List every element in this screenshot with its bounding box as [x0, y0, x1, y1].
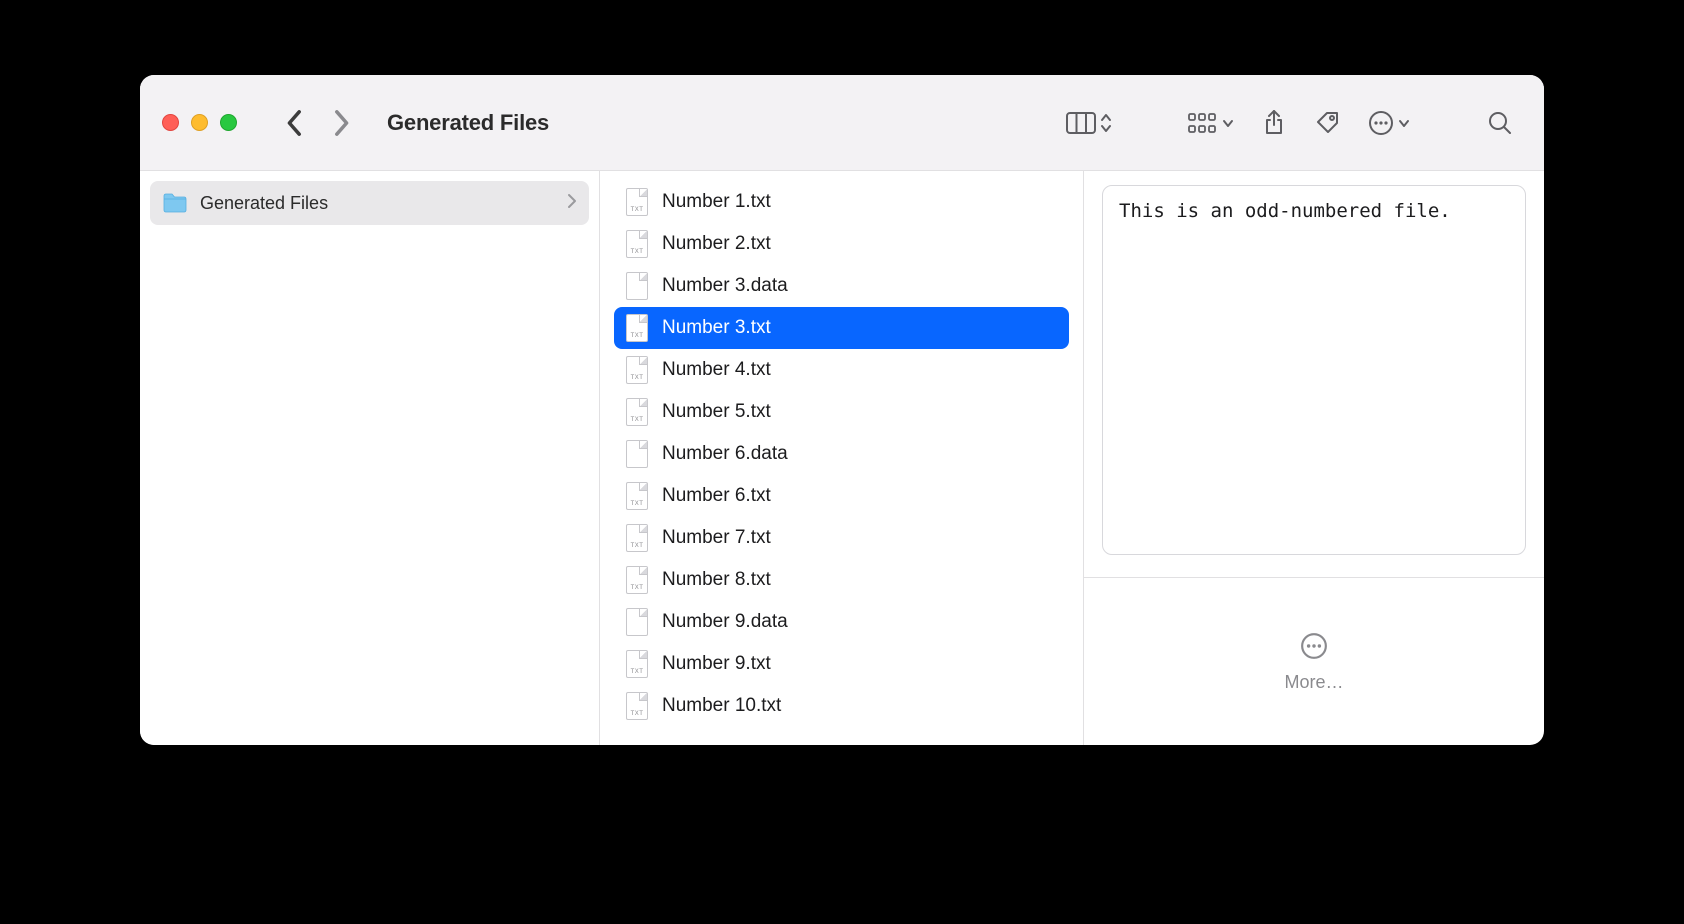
txt-file-icon: TXT: [626, 566, 648, 594]
window-title: Generated Files: [387, 110, 549, 136]
file-name: Number 9.txt: [662, 653, 771, 675]
file-name: Number 9.data: [662, 611, 788, 633]
ellipsis-circle-icon: [1298, 630, 1330, 662]
close-button[interactable]: [162, 114, 179, 131]
file-row[interactable]: Number 6.data: [614, 433, 1069, 475]
chevron-down-icon: [1222, 117, 1234, 129]
file-row[interactable]: TXT Number 6.txt: [614, 475, 1069, 517]
column-2-files: TXT Number 1.txt TXT Number 2.txt Number 3.d…: [600, 171, 1084, 745]
file-name: Number 2.txt: [662, 233, 771, 255]
txt-file-icon: TXT: [626, 188, 648, 216]
file-name: Number 1.txt: [662, 191, 771, 213]
data-file-icon: [626, 440, 648, 468]
folder-icon: [162, 192, 188, 214]
up-down-chevron-icon: [1100, 112, 1112, 134]
toolbar: Generated Files: [140, 75, 1544, 171]
tags-button[interactable]: [1306, 101, 1350, 145]
file-row[interactable]: TXT Number 9.txt: [614, 643, 1069, 685]
file-row[interactable]: TXT Number 3.txt: [614, 307, 1069, 349]
minimize-button[interactable]: [191, 114, 208, 131]
share-icon: [1262, 109, 1286, 137]
file-row[interactable]: TXT Number 8.txt: [614, 559, 1069, 601]
search-icon: [1487, 110, 1513, 136]
ellipsis-circle-icon: [1368, 110, 1394, 136]
chevron-right-icon: [332, 109, 350, 137]
folder-label: Generated Files: [200, 193, 328, 214]
column-3-preview: This is an odd-numbered file. More…: [1084, 171, 1544, 745]
group-button[interactable]: [1180, 101, 1242, 145]
chevron-right-icon: [567, 193, 577, 214]
file-name: Number 6.txt: [662, 485, 771, 507]
file-row[interactable]: Number 9.data: [614, 601, 1069, 643]
file-name: Number 7.txt: [662, 527, 771, 549]
file-row[interactable]: TXT Number 1.txt: [614, 181, 1069, 223]
more-label: More…: [1284, 672, 1343, 693]
txt-file-icon: TXT: [626, 524, 648, 552]
more-button[interactable]: More…: [1084, 578, 1544, 745]
file-row[interactable]: TXT Number 2.txt: [614, 223, 1069, 265]
file-row[interactable]: TXT Number 10.txt: [614, 685, 1069, 727]
file-name: Number 5.txt: [662, 401, 771, 423]
file-name: Number 10.txt: [662, 695, 781, 717]
txt-file-icon: TXT: [626, 692, 648, 720]
txt-file-icon: TXT: [626, 398, 648, 426]
data-file-icon: [626, 608, 648, 636]
tag-icon: [1315, 110, 1341, 136]
preview-content: This is an odd-numbered file.: [1102, 185, 1526, 555]
back-button[interactable]: [277, 101, 313, 145]
actions-button[interactable]: [1360, 101, 1418, 145]
file-row[interactable]: TXT Number 7.txt: [614, 517, 1069, 559]
group-icon: [1188, 112, 1218, 134]
search-button[interactable]: [1478, 101, 1522, 145]
fullscreen-button[interactable]: [220, 114, 237, 131]
file-row[interactable]: TXT Number 5.txt: [614, 391, 1069, 433]
file-row[interactable]: Number 3.data: [614, 265, 1069, 307]
window-controls: [162, 114, 237, 131]
file-name: Number 3.txt: [662, 317, 771, 339]
chevron-left-icon: [286, 109, 304, 137]
chevron-down-icon: [1398, 117, 1410, 129]
file-row[interactable]: TXT Number 4.txt: [614, 349, 1069, 391]
data-file-icon: [626, 272, 648, 300]
file-name: Number 8.txt: [662, 569, 771, 591]
file-name: Number 3.data: [662, 275, 788, 297]
finder-window: Generated Files: [140, 75, 1544, 745]
file-name: Number 6.data: [662, 443, 788, 465]
view-mode-button[interactable]: [1058, 101, 1120, 145]
share-button[interactable]: [1252, 101, 1296, 145]
txt-file-icon: TXT: [626, 314, 648, 342]
txt-file-icon: TXT: [626, 650, 648, 678]
column-1: Generated Files: [140, 171, 600, 745]
forward-button[interactable]: [323, 101, 359, 145]
txt-file-icon: TXT: [626, 356, 648, 384]
columns-icon: [1066, 112, 1096, 134]
file-name: Number 4.txt: [662, 359, 771, 381]
txt-file-icon: TXT: [626, 482, 648, 510]
txt-file-icon: TXT: [626, 230, 648, 258]
folder-row[interactable]: Generated Files: [150, 181, 589, 225]
column-view: Generated Files TXT Number 1.txt TXT Number…: [140, 171, 1544, 745]
